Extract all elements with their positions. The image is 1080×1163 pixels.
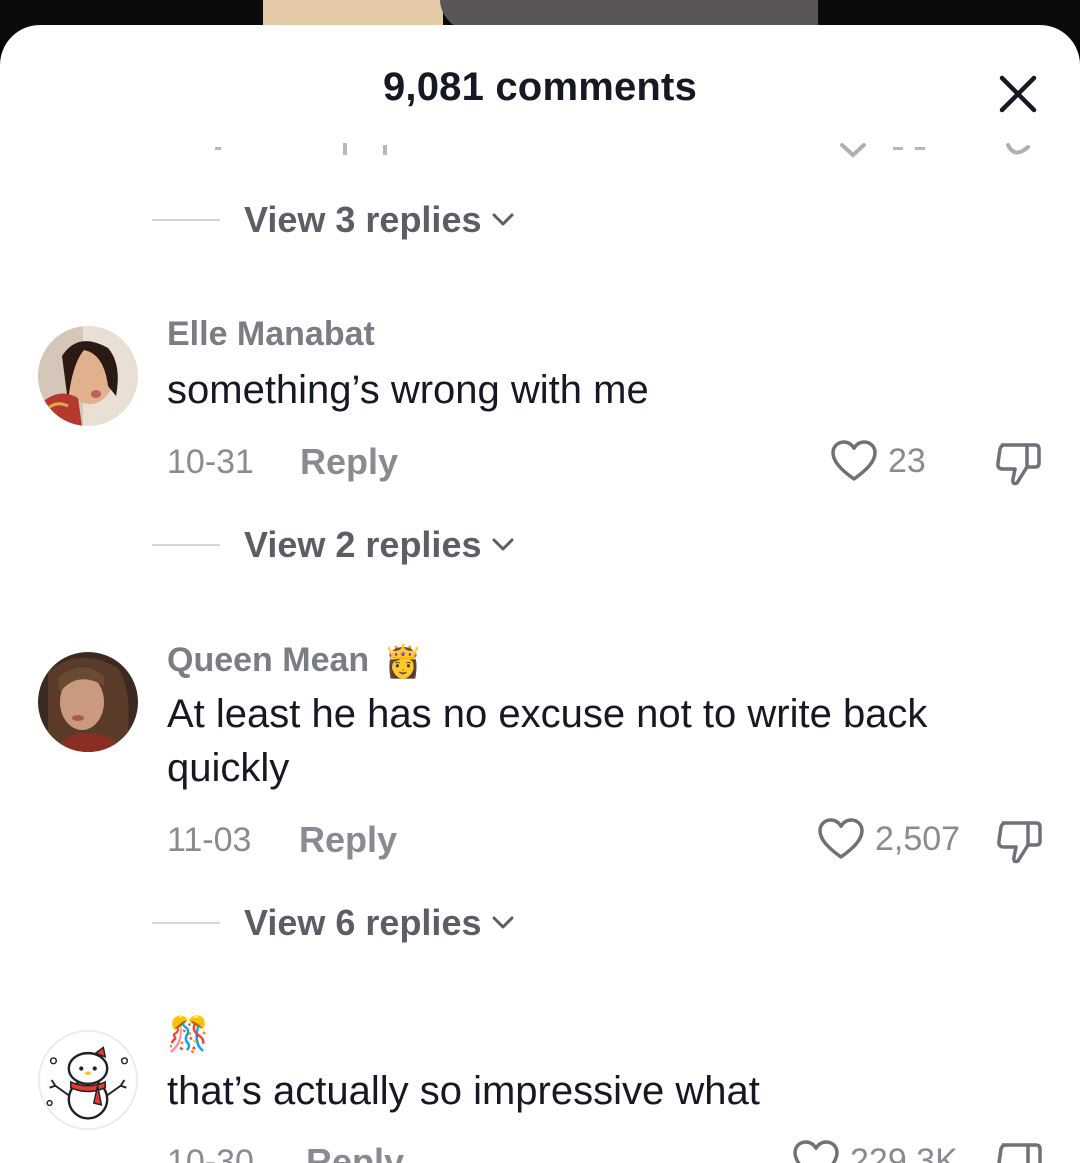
avatar[interactable] [38, 326, 138, 426]
avatar[interactable] [38, 652, 138, 752]
comment-username[interactable]: Queen Mean 👸 [167, 641, 423, 680]
close-button[interactable] [993, 69, 1043, 119]
comment-date: 10-30 [167, 1143, 254, 1163]
comment-text: At least he has no excuse not to write b… [167, 692, 928, 790]
crown-emoji-icon: 👸 [383, 642, 424, 679]
view-replies-label: View 3 replies [244, 199, 482, 240]
like-button[interactable]: 2,507 [817, 817, 960, 861]
comments-count-title: 9,081 comments [382, 65, 698, 109]
view-replies-label: View 6 replies [244, 902, 482, 943]
reply-divider [152, 219, 220, 221]
comment-username-text: Queen Mean [167, 641, 370, 679]
comment-username[interactable]: 🎊 [167, 1015, 209, 1055]
thumbs-down-icon [996, 443, 1041, 486]
heart-icon [793, 1140, 839, 1163]
chevron-down-icon [492, 916, 514, 929]
heart-icon [831, 440, 877, 481]
dislike-button[interactable] [993, 439, 1043, 489]
dislike-button[interactable] [994, 817, 1044, 867]
scrolled-comment-remnant [0, 133, 1080, 163]
thumbs-down-icon [997, 821, 1042, 864]
confetti-emoji-icon: 🎊 [167, 1016, 210, 1054]
like-button[interactable]: 229.3K [792, 1139, 958, 1163]
chevron-down-icon [492, 213, 514, 226]
thumbs-down-icon [997, 1143, 1042, 1163]
avatar-image [40, 1032, 136, 1128]
heart-icon [818, 818, 864, 859]
reply-button[interactable]: Reply [300, 441, 398, 483]
close-icon [999, 75, 1037, 113]
like-button[interactable]: 23 [830, 439, 926, 483]
comment-text: something’s wrong with me [167, 368, 649, 412]
view-replies-label: View 2 replies [244, 524, 482, 565]
dislike-button[interactable] [994, 1139, 1044, 1163]
reply-button[interactable]: Reply [299, 819, 397, 861]
comment-date: 10-31 [167, 443, 254, 481]
comment-username[interactable]: Elle Manabat [167, 315, 375, 354]
scrolled-remnant-glyphs [215, 143, 1030, 158]
view-replies-toggle[interactable]: View 2 replies [152, 524, 515, 566]
comments-sheet: 9,081 comments View 3 replies Elle Manab… [0, 25, 1080, 1163]
view-replies-toggle[interactable]: View 3 replies [152, 199, 515, 241]
chevron-down-icon [492, 538, 514, 551]
avatar-image [38, 326, 138, 426]
like-count: 229.3K [850, 1141, 958, 1163]
avatar-image [38, 652, 138, 752]
comment-date: 11-03 [167, 821, 252, 859]
view-replies-toggle[interactable]: View 6 replies [152, 902, 515, 944]
comment-text: that’s actually so impressive what [167, 1069, 760, 1113]
like-count: 2,507 [875, 819, 961, 858]
reply-divider [152, 544, 220, 546]
avatar[interactable] [38, 1030, 138, 1130]
reply-divider [152, 922, 220, 924]
like-count: 23 [888, 441, 926, 480]
reply-button[interactable]: Reply [306, 1141, 404, 1163]
